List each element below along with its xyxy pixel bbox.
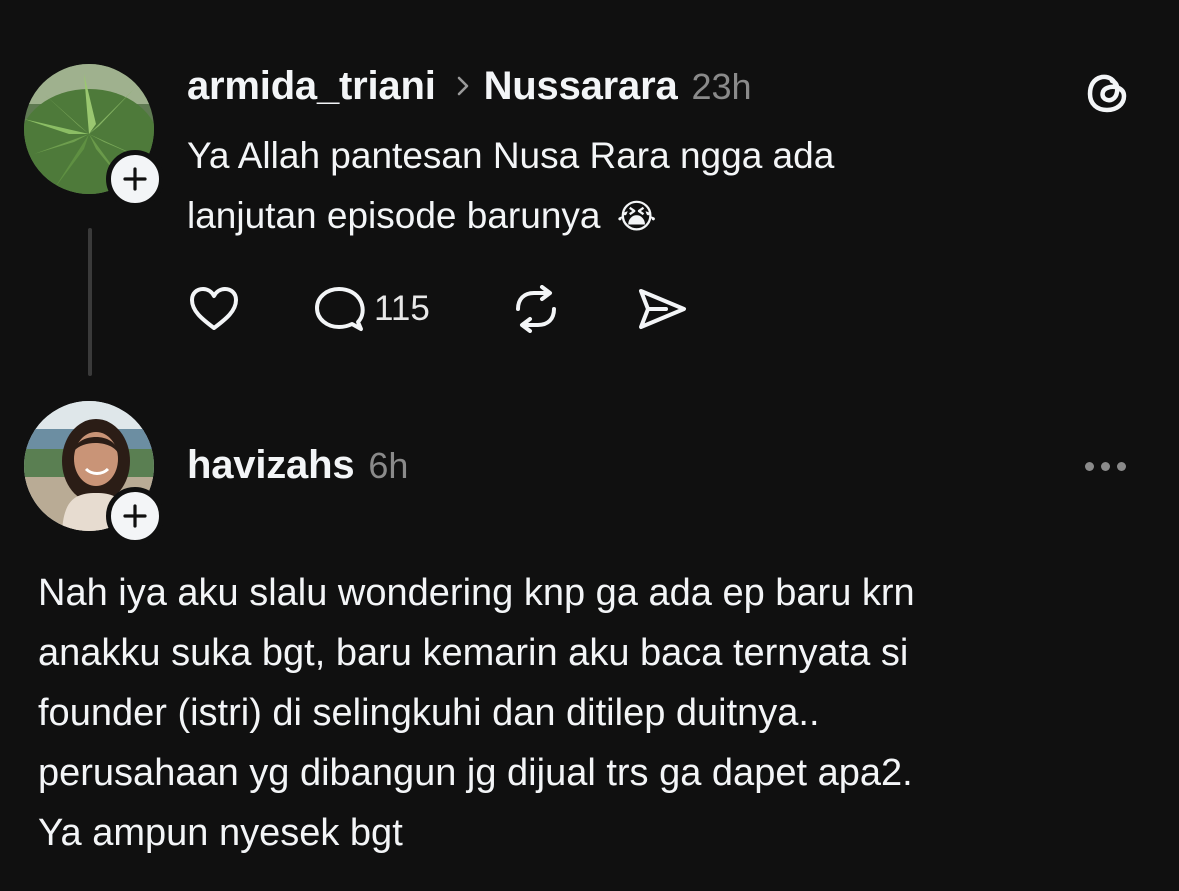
follow-reply-author-button[interactable] <box>106 487 164 545</box>
thread-connector-line <box>88 228 92 376</box>
comment-icon <box>315 287 365 331</box>
reply-text-line: anakku suka bgt, baru kemarin aku baca t… <box>38 632 909 674</box>
more-icon[interactable] <box>1085 462 1126 471</box>
post-text-line: lanjutan episode barunya 😭 <box>187 186 1087 247</box>
reply-text-line: Ya ampun nyesek bgt <box>38 812 403 854</box>
post-text-line: Ya Allah pantesan Nusa Rara ngga ada <box>187 135 835 176</box>
comment-button[interactable]: 115 <box>312 284 430 334</box>
post-text-segment: lanjutan episode barunya <box>187 195 601 236</box>
follow-author-button[interactable] <box>106 150 164 208</box>
reply-text-line: Nah iya aku slalu wondering knp ga ada e… <box>38 572 915 614</box>
reply-text-line: perusahaan yg dibangun jg dijual trs ga … <box>38 752 913 794</box>
plus-icon <box>123 504 147 528</box>
chevron-right-icon <box>456 67 470 106</box>
send-icon <box>639 289 686 329</box>
repost-icon <box>516 285 556 333</box>
reply-username[interactable]: havizahs <box>187 443 355 488</box>
threads-logo-icon[interactable] <box>1084 68 1132 121</box>
reply-time: 6h <box>368 445 409 486</box>
share-button[interactable] <box>636 286 688 332</box>
post-body: Ya Allah pantesan Nusa Rara ngga ada lan… <box>187 126 1087 247</box>
repost-button[interactable] <box>510 285 562 333</box>
post-time: 23h <box>691 66 752 107</box>
plus-icon <box>123 167 147 191</box>
reply-header: havizahs 6h <box>187 443 408 488</box>
reply-count: 115 <box>374 289 430 328</box>
reply-text-line: founder (istri) di selingkuhi dan ditile… <box>38 692 820 734</box>
like-button[interactable] <box>188 285 240 333</box>
post-username[interactable]: armida_triani <box>187 64 436 109</box>
reply-body: Nah iya aku slalu wondering knp ga ada e… <box>38 563 1158 863</box>
post-header: armida_triani Nussarara 23h <box>187 64 752 109</box>
heart-icon <box>190 287 238 330</box>
post-community[interactable]: Nussarara <box>484 64 678 109</box>
crying-face-emoji: 😭 <box>616 198 657 236</box>
